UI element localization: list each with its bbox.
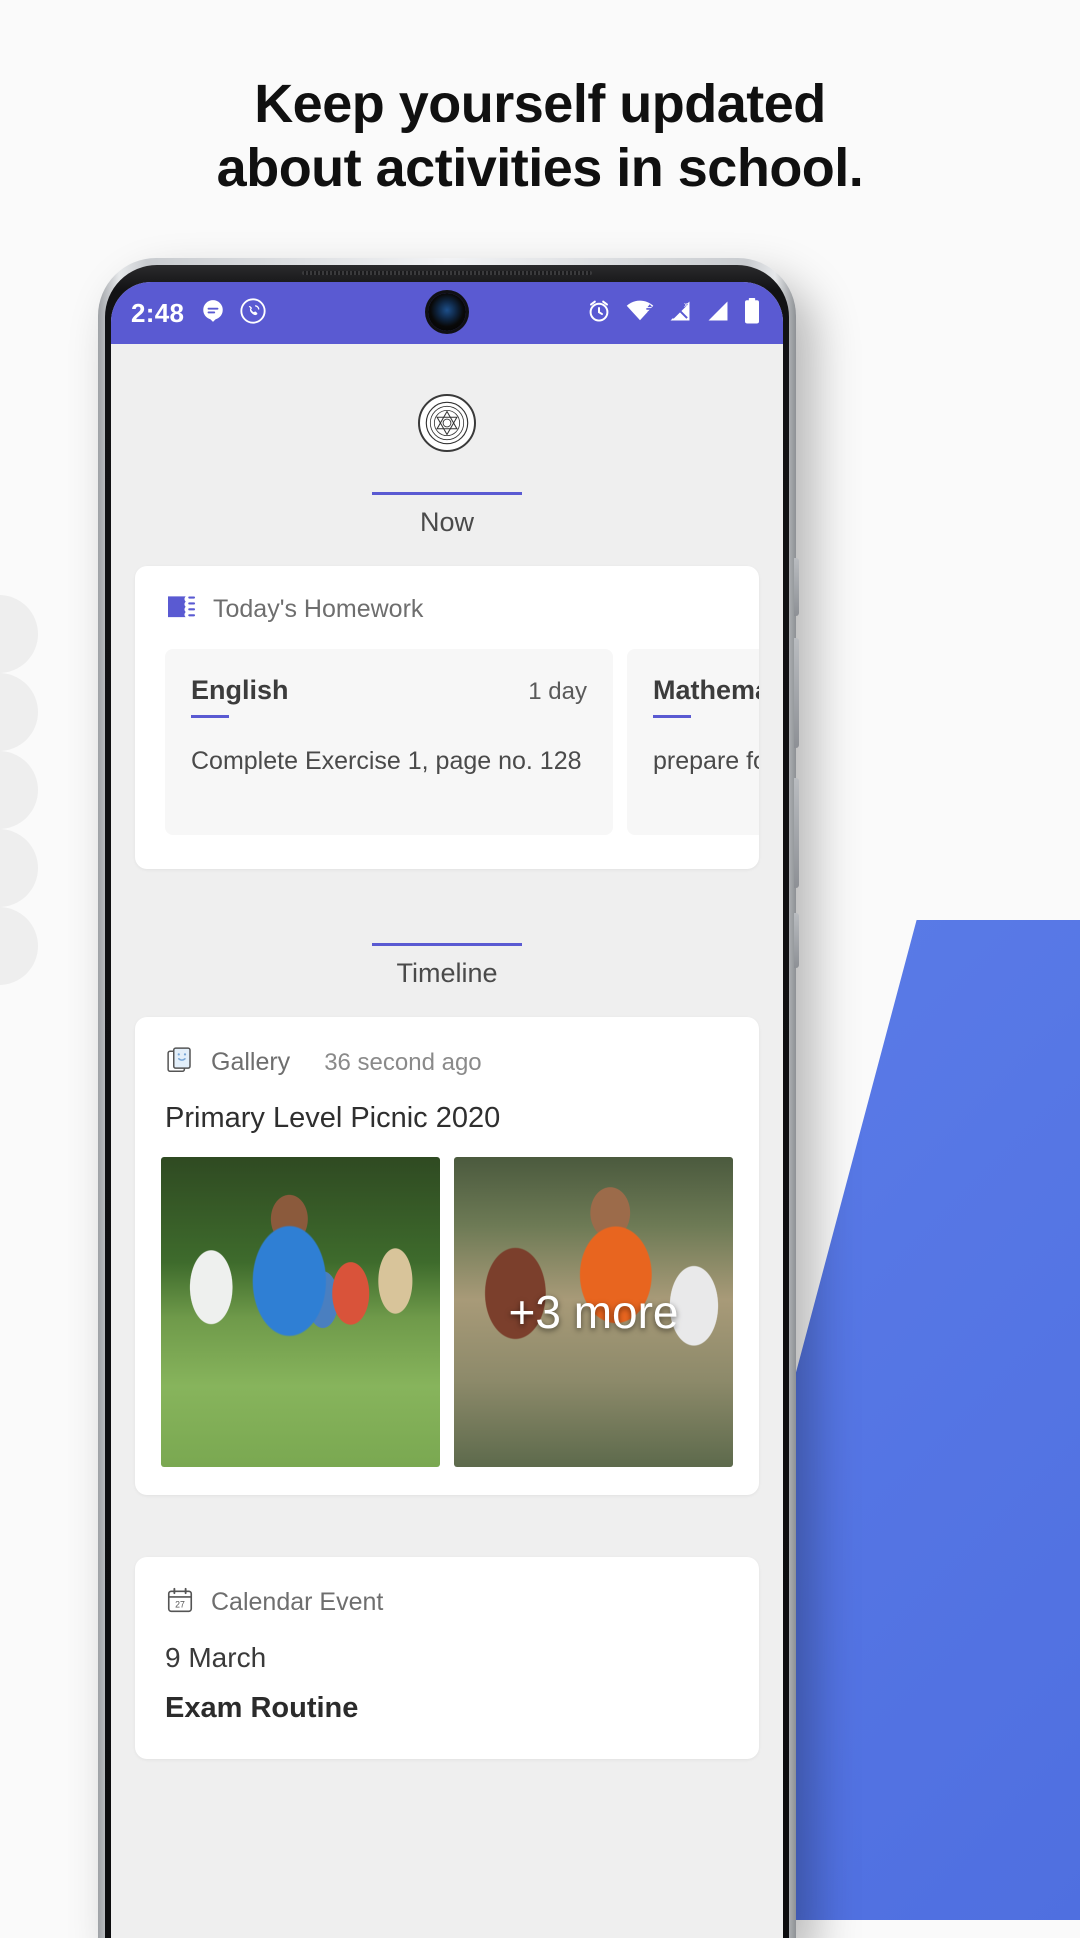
background-dot [0,595,38,673]
homework-card-header: Today's Homework [135,566,759,625]
gallery-source-label: Gallery [211,1048,291,1076]
tab-timeline[interactable]: Timeline [111,943,783,989]
status-bar-system-icons: x [585,297,761,330]
phone-volume-down-button[interactable] [794,778,799,888]
homework-item-mathematics[interactable]: Mathematics prepare for te [627,649,759,835]
svg-text:27: 27 [175,1600,185,1610]
homework-item-top: English 1 day [191,675,587,706]
calendar-event-date: 9 March [165,1642,267,1673]
headline-line-1: Keep yourself updated [254,74,826,134]
signal-no-sim-icon: x [667,298,693,329]
gallery-timestamp: 36 second ago [324,1048,482,1076]
phone-side-button[interactable] [794,558,799,616]
timeline-calendar-card[interactable]: 27 Calendar Event 9 March Exam Routine [135,1557,759,1759]
gallery-card-header: Gallery 36 second ago [135,1017,759,1080]
tab-now-label: Now [419,507,474,537]
tab-timeline-label: Timeline [396,958,498,988]
status-bar-clock: 2:48 [131,297,185,328]
signal-bars-icon [705,298,731,329]
battery-icon [743,297,761,330]
gallery-post-title: Primary Level Picnic 2020 [165,1102,501,1134]
homework-items-scroller[interactable]: English 1 day Complete Exercise 1, page … [135,625,759,869]
app-logo-container [111,344,783,452]
book-icon [165,594,197,625]
homework-item-english[interactable]: English 1 day Complete Exercise 1, page … [165,649,613,835]
gallery-photo-1[interactable] [161,1157,440,1467]
homework-item-top: Mathematics [653,675,759,706]
svg-text:x: x [684,300,688,308]
calendar-icon: 27 [165,1585,195,1620]
headline-line-2: about activities in school. [216,138,864,198]
background-dot [0,673,38,751]
status-bar-notification-icons [200,297,267,330]
calendar-source-label: Calendar Event [211,1588,384,1616]
calendar-event-title: Exam Routine [165,1692,359,1724]
timeline-gallery-card[interactable]: Gallery 36 second ago Primary Level Picn… [135,1017,759,1495]
tab-now[interactable]: Now [111,492,783,538]
gallery-photo-grid[interactable]: +3 more [135,1135,759,1495]
homework-card-title: Today's Homework [213,595,424,623]
tab-active-indicator [372,943,522,946]
school-crest-logo-icon [418,394,476,452]
homework-description: prepare for te [653,747,759,775]
gallery-more-overlay: +3 more [508,1286,679,1338]
homework-description: Complete Exercise 1, page no. 128 [191,747,582,775]
background-dot [0,829,38,907]
background-dot-column [0,595,38,985]
front-camera-punch-hole [428,293,466,331]
homework-subject: Mathematics [653,675,759,705]
message-icon [200,298,226,329]
viber-call-icon [239,297,267,330]
homework-subject-underline [191,715,229,718]
app-content: Now Today's Homework English 1 day Compl… [111,344,783,1938]
background-dot [0,907,38,985]
alarm-icon [585,297,613,330]
homework-due: 1 day [528,678,587,705]
wifi-icon [625,298,655,329]
gallery-photo-2[interactable]: +3 more [454,1157,733,1467]
homework-subject: English [191,675,289,705]
todays-homework-card[interactable]: Today's Homework English 1 day Complete … [135,566,759,869]
page-headline: Keep yourself updated about activities i… [0,72,1080,200]
gallery-icon [165,1045,195,1080]
background-dot [0,751,38,829]
tab-active-indicator [372,492,522,495]
phone-power-button[interactable] [794,913,799,968]
homework-subject-underline [653,715,691,718]
earpiece-speaker [302,271,592,275]
phone-screen: 2:48 x Now Today's Homework English 1 da… [111,282,783,1938]
phone-volume-up-button[interactable] [794,638,799,748]
calendar-card-header: 27 Calendar Event [135,1557,759,1620]
phone-mockup: 2:48 x Now Today's Homework English 1 da… [98,258,799,1938]
